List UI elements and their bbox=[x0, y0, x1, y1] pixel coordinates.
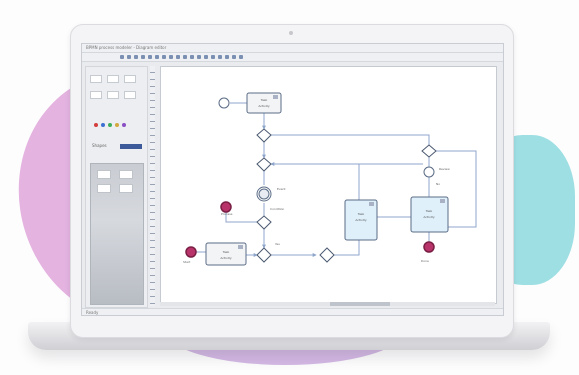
review-label: Review bbox=[439, 167, 450, 171]
align-icon[interactable] bbox=[197, 55, 201, 59]
gateways bbox=[256, 128, 437, 263]
task-subtitle: Activity bbox=[423, 215, 434, 219]
gateway[interactable] bbox=[256, 215, 272, 230]
gateway[interactable] bbox=[256, 157, 272, 172]
connect-icon[interactable] bbox=[204, 55, 208, 59]
zoom-out-icon[interactable] bbox=[190, 55, 194, 59]
shape-palette: Shapes bbox=[85, 66, 148, 308]
horizontal-scrollbar[interactable] bbox=[160, 302, 495, 306]
blue-swatch[interactable] bbox=[101, 123, 105, 127]
vertical-ruler bbox=[150, 66, 155, 306]
layer-icon[interactable] bbox=[239, 55, 243, 59]
task-node[interactable]: Task Activity bbox=[205, 242, 247, 266]
task-node[interactable]: Task Activity bbox=[246, 92, 282, 114]
condition-label: Condition bbox=[270, 207, 284, 211]
grid-icon[interactable] bbox=[225, 55, 229, 59]
start-label: Start bbox=[183, 260, 191, 264]
end-event[interactable] bbox=[423, 241, 435, 253]
color-icon[interactable] bbox=[232, 55, 236, 59]
palette-shape-pool[interactable] bbox=[124, 91, 136, 99]
end-event[interactable] bbox=[220, 201, 232, 213]
zoom-in-icon[interactable] bbox=[183, 55, 187, 59]
task-node-selected[interactable]: Task Activity bbox=[410, 196, 449, 233]
palette-row bbox=[90, 91, 143, 99]
palette-tab-active[interactable] bbox=[120, 144, 142, 149]
gateway[interactable] bbox=[256, 247, 272, 263]
gateway[interactable] bbox=[421, 144, 437, 158]
done-label: Done bbox=[421, 259, 429, 263]
redo-icon[interactable] bbox=[176, 55, 180, 59]
intermediate-event[interactable] bbox=[256, 186, 272, 202]
start-event[interactable] bbox=[218, 97, 230, 109]
print-icon[interactable] bbox=[141, 55, 145, 59]
undo-icon[interactable] bbox=[169, 55, 173, 59]
laptop-frame: BPMN process modeler - Diagram editor Sh… bbox=[70, 24, 514, 338]
green-swatch[interactable] bbox=[108, 123, 112, 127]
palette-panel-item[interactable] bbox=[97, 170, 111, 179]
intermediate-event[interactable] bbox=[423, 166, 435, 178]
app-window: BPMN process modeler - Diagram editor Sh… bbox=[81, 43, 504, 316]
flow-line[interactable] bbox=[271, 163, 360, 200]
palette-shape-subprocess[interactable] bbox=[90, 91, 102, 99]
no-label: No bbox=[436, 182, 440, 186]
palette-panel-item[interactable] bbox=[119, 170, 133, 179]
task-title: Task bbox=[222, 250, 230, 254]
palette-shape-event[interactable] bbox=[107, 75, 119, 83]
gateway[interactable] bbox=[256, 128, 272, 143]
task-subtitle: Activity bbox=[220, 256, 231, 260]
red-swatch[interactable] bbox=[94, 123, 98, 127]
camera-icon bbox=[289, 31, 293, 35]
diagram-canvas[interactable]: Task Activity Event Review Task Activity… bbox=[160, 66, 497, 304]
gateway[interactable] bbox=[319, 247, 335, 263]
open-icon[interactable] bbox=[127, 55, 131, 59]
title-bar: BPMN process modeler - Diagram editor bbox=[82, 44, 503, 53]
palette-shape-data[interactable] bbox=[107, 91, 119, 99]
task-subtitle: Activity bbox=[258, 104, 269, 108]
task-title: Task bbox=[260, 98, 268, 102]
task-subtitle: Activity bbox=[355, 218, 366, 222]
palette-shape-gateway[interactable] bbox=[124, 75, 136, 83]
scrollbar-thumb[interactable] bbox=[330, 302, 390, 306]
palette-panel bbox=[90, 163, 144, 305]
yes-label: Yes bbox=[275, 242, 280, 246]
purple-swatch[interactable] bbox=[122, 123, 126, 127]
window-title: BPMN process modeler - Diagram editor bbox=[86, 45, 167, 50]
paste-icon[interactable] bbox=[162, 55, 166, 59]
select-icon[interactable] bbox=[211, 55, 215, 59]
task-title: Task bbox=[357, 212, 365, 216]
yellow-swatch[interactable] bbox=[115, 123, 119, 127]
flow-line[interactable] bbox=[334, 240, 360, 256]
palette-color-swatches bbox=[94, 123, 126, 127]
main-toolbar bbox=[82, 53, 503, 62]
status-text: Ready bbox=[86, 310, 99, 315]
process-label: Process bbox=[221, 212, 233, 216]
text-icon[interactable] bbox=[218, 55, 222, 59]
palette-panel-item[interactable] bbox=[119, 184, 133, 193]
task-title: Task bbox=[425, 209, 433, 213]
end-event[interactable] bbox=[185, 246, 197, 258]
save-icon[interactable] bbox=[134, 55, 138, 59]
task-node-selected[interactable]: Task Activity bbox=[344, 199, 378, 241]
copy-icon[interactable] bbox=[155, 55, 159, 59]
palette-tab-label: Shapes bbox=[92, 143, 107, 148]
palette-shape-task[interactable] bbox=[90, 75, 102, 83]
event-label: Event bbox=[277, 187, 286, 191]
flow-line[interactable] bbox=[271, 134, 430, 145]
status-bar: Ready bbox=[82, 308, 503, 315]
palette-row bbox=[90, 75, 143, 83]
bpmn-diagram: Task Activity Event Review Task Activity… bbox=[183, 92, 477, 266]
palette-panel-item[interactable] bbox=[97, 184, 111, 193]
new-icon[interactable] bbox=[120, 55, 124, 59]
cut-icon[interactable] bbox=[148, 55, 152, 59]
